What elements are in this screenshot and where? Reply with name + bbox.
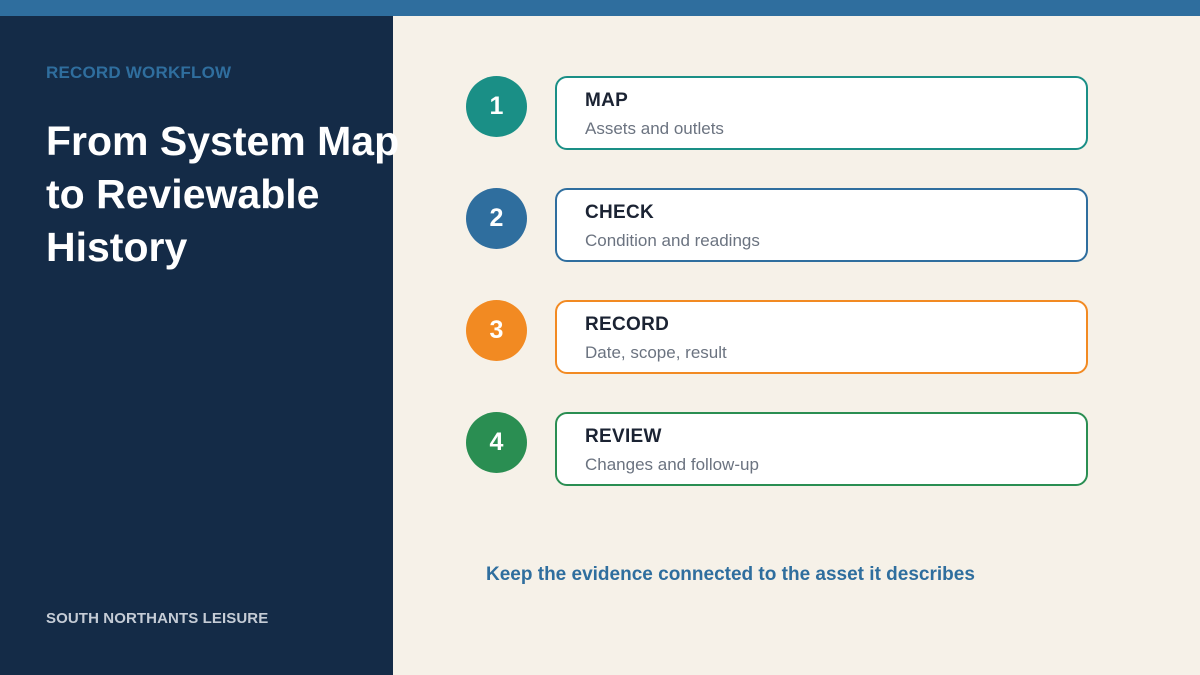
- step-4-number-badge: 4: [466, 412, 527, 473]
- step-1-description: Assets and outlets: [585, 119, 724, 138]
- step-1-title: MAP: [585, 90, 629, 111]
- step-4-title: REVIEW: [585, 426, 662, 447]
- step-3-number-badge: 3: [466, 300, 527, 361]
- page-title: From System Map to Reviewable History: [46, 118, 400, 270]
- step-3-description: Date, scope, result: [585, 343, 727, 362]
- step-2-title: CHECK: [585, 202, 655, 223]
- step-3-card: RECORD Date, scope, result: [555, 300, 1088, 374]
- step-4-card: REVIEW Changes and follow-up: [555, 412, 1088, 486]
- step-2-card: CHECK Condition and readings: [555, 188, 1088, 262]
- step-2-description: Condition and readings: [585, 231, 760, 250]
- step-3-title: RECORD: [585, 314, 670, 335]
- step-1-number-badge: 1: [466, 76, 527, 137]
- step-1-card: MAP Assets and outlets: [555, 76, 1088, 150]
- step-2-number-badge: 2: [466, 188, 527, 249]
- top-accent-bar: [0, 0, 1200, 16]
- organisation-name: SOUTH NORTHANTS LEISURE: [46, 610, 269, 627]
- tagline: Keep the evidence connected to the asset…: [486, 564, 975, 585]
- step-4-description: Changes and follow-up: [585, 455, 759, 474]
- eyebrow-label: RECORD WORKFLOW: [46, 63, 232, 82]
